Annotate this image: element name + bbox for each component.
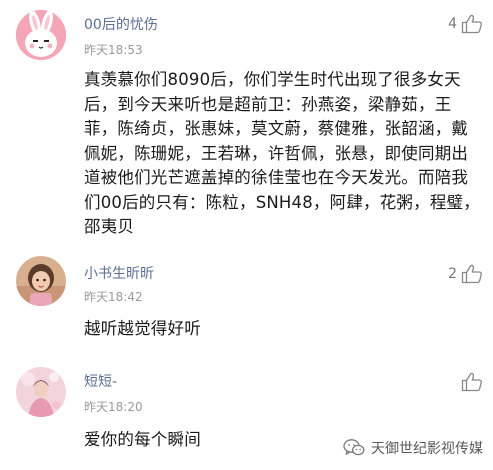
pink-photo-avatar-icon: [16, 367, 66, 417]
avatar[interactable]: [16, 256, 66, 306]
comment-text: 越听越觉得好听: [84, 319, 201, 338]
watermark-text: 天御世纪影视传媒: [371, 441, 483, 457]
comment-text: 真羡慕你们8090后，你们学生时代出现了很多女天后，到今天来听也是超前卫：孙燕姿…: [84, 70, 480, 236]
username[interactable]: 短短-: [84, 371, 117, 391]
rabbit-avatar-icon: [16, 10, 66, 60]
timestamp: 昨天18:42: [84, 290, 143, 304]
wechat-icon: [343, 439, 365, 456]
child-photo-avatar-icon: [16, 256, 66, 306]
like-button[interactable]: [449, 372, 483, 392]
username[interactable]: 00后的忧伤: [84, 14, 158, 34]
like-button[interactable]: 4: [448, 14, 483, 34]
comment-item: 小书生昕昕 昨天18:42 2 越听越觉得好听: [0, 250, 493, 355]
timestamp: 昨天18:53: [84, 43, 143, 57]
avatar[interactable]: [16, 367, 66, 417]
timestamp: 昨天18:20: [84, 400, 143, 414]
comment-item: 00后的忧伤 昨天18:53 4 真羡慕你们8090后，你们学生时代出现了很多女…: [0, 0, 493, 250]
thumbs-up-icon: [461, 264, 482, 284]
thumbs-up-icon: [461, 372, 482, 392]
watermark: 天御世纪影视传媒: [343, 438, 483, 458]
like-count: 2: [448, 266, 457, 282]
avatar[interactable]: [16, 10, 66, 60]
like-count: 4: [448, 16, 457, 32]
thumbs-up-icon: [461, 14, 482, 34]
like-button[interactable]: 2: [448, 264, 483, 284]
username[interactable]: 小书生昕昕: [84, 263, 154, 283]
